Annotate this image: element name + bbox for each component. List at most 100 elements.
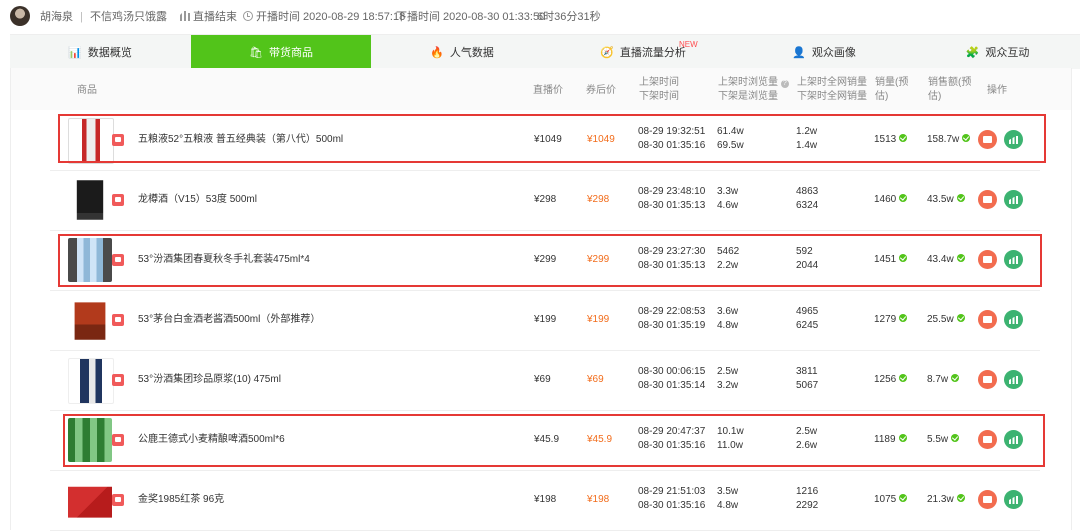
- revenue-estimate-value: 8.7w: [927, 374, 949, 385]
- revenue-estimate: 8.7w: [927, 373, 960, 387]
- revenue-estimate: 158.7w: [927, 133, 971, 147]
- end-time: 下播时间 2020-08-30 01:33:50: [396, 11, 546, 23]
- header-list-time[interactable]: 上架时间: [639, 76, 679, 90]
- live-price: ¥199: [534, 314, 557, 325]
- revenue-estimate: 5.5w: [927, 433, 960, 447]
- stats-icon[interactable]: [1004, 490, 1023, 509]
- revenue-estimate-value: 43.5w: [927, 194, 954, 205]
- views-off: 11.0w: [717, 440, 743, 451]
- product-name[interactable]: 五粮液52°五粮液 普五经典装（第八代）500ml: [138, 133, 343, 147]
- stats-icon[interactable]: [1004, 190, 1023, 209]
- live-price: ¥45.9: [534, 434, 560, 445]
- sales-on: 2.5w: [796, 426, 818, 437]
- cart-icon[interactable]: [978, 430, 997, 449]
- anchor-name[interactable]: 胡海泉: [40, 10, 73, 24]
- verified-check-icon: [899, 494, 908, 502]
- product-thumbnail[interactable]: [74, 302, 106, 340]
- revenue-estimate: 43.4w: [927, 253, 965, 267]
- product-name[interactable]: 53°汾酒集团珍品原浆(10) 475ml: [138, 373, 281, 387]
- views-on: 2.5w: [717, 366, 739, 377]
- tab-label: 直播流量分析: [619, 47, 686, 59]
- tab-bar: 📊 数据概览 🛍 带货商品 🔥 人气数据 🧭 直播流量分析 NEW 👤 观众画像 🧩 观众互…: [10, 34, 1080, 69]
- product-name[interactable]: 龙樽酒（V15）53度 500ml: [138, 193, 257, 207]
- cart-icon[interactable]: [978, 190, 997, 209]
- sales-estimate: 1256: [874, 373, 908, 387]
- stats-icon[interactable]: [1004, 430, 1023, 449]
- cart-icon[interactable]: [978, 250, 997, 269]
- stats-icon[interactable]: [1004, 310, 1023, 329]
- header-sales-on[interactable]: 上架时全网销量: [797, 76, 867, 90]
- sales-estimate: 1513: [874, 133, 908, 147]
- product-name[interactable]: 公鹿王德式小麦精酿啤酒500ml*6: [138, 433, 285, 447]
- verified-check-icon: [962, 134, 971, 142]
- tab-traffic-analysis[interactable]: 🧭 直播流量分析 NEW: [553, 35, 733, 69]
- anchor-avatar[interactable]: [10, 6, 30, 26]
- tab-popularity[interactable]: 🔥 人气数据: [372, 35, 552, 69]
- table-row[interactable]: 金奖1985红茶 96克 ¥198 ¥198 08-29 21:51:03 08-30 …: [50, 470, 1040, 531]
- stats-icon[interactable]: [1004, 130, 1023, 149]
- table-row[interactable]: 公鹿王德式小麦精酿啤酒500ml*6 ¥45.9 ¥45.9 08-29 20:47:…: [50, 410, 1040, 471]
- product-name[interactable]: 53°汾酒集团春夏秋冬手礼套装475ml*4: [138, 253, 310, 267]
- delist-time: 08-30 01:35:19: [638, 320, 706, 331]
- delist-time: 08-30 01:35:14: [638, 380, 706, 391]
- live-duration: 6时36分31秒: [537, 11, 601, 23]
- views-on: 10.1w: [717, 426, 744, 437]
- sales-off: 1.4w: [796, 140, 818, 151]
- table-row[interactable]: 龙樽酒（V15）53度 500ml ¥298 ¥298 08-29 23:48:10 0…: [50, 170, 1040, 231]
- tab-audience-profile[interactable]: 👤 观众画像: [734, 35, 914, 69]
- views-off: 3.2w: [717, 380, 739, 391]
- header-delist-time[interactable]: 下架时间: [639, 90, 679, 104]
- list-time: 08-29 23:27:30: [638, 246, 706, 257]
- verified-check-icon: [899, 194, 908, 202]
- stats-icon[interactable]: [1004, 250, 1023, 269]
- product-name[interactable]: 金奖1985红茶 96克: [138, 493, 224, 507]
- header-views-on[interactable]: 上架时浏览量 ?: [718, 76, 789, 90]
- shop-bag-icon: [112, 434, 124, 446]
- revenue-estimate-value: 158.7w: [927, 134, 960, 145]
- table-row[interactable]: 五粮液52°五粮液 普五经典装（第八代）500ml ¥1049 ¥1049 08-29…: [50, 110, 1040, 171]
- sales-estimate-value: 1451: [874, 254, 897, 265]
- product-thumbnail[interactable]: [68, 358, 114, 404]
- verified-check-icon: [899, 254, 908, 262]
- cart-icon[interactable]: [978, 310, 997, 329]
- tab-products[interactable]: 🛍 带货商品: [191, 35, 371, 69]
- verified-check-icon: [898, 434, 907, 442]
- header-coupon-price[interactable]: 券后价: [586, 84, 616, 98]
- header-live-price[interactable]: 直播价: [533, 84, 563, 98]
- verified-check-icon: [899, 374, 908, 382]
- header-views-off[interactable]: 下架是浏览量: [718, 90, 778, 104]
- product-thumbnail[interactable]: [68, 238, 112, 282]
- tab-audience-interaction[interactable]: 🧩 观众互动: [915, 35, 1080, 69]
- header-sales-off[interactable]: 下架时全网销量: [797, 90, 867, 104]
- product-thumbnail[interactable]: [68, 486, 112, 518]
- table-row[interactable]: 53°汾酒集团春夏秋冬手礼套装475ml*4 ¥299 ¥299 08-29 23:2…: [50, 230, 1040, 291]
- tab-data-overview[interactable]: 📊 数据概览: [10, 35, 190, 69]
- header-revenue[interactable]: 销售额(预: [928, 76, 971, 90]
- stats-icon[interactable]: [1004, 370, 1023, 389]
- delist-time: 08-30 01:35:16: [638, 140, 706, 151]
- cart-icon[interactable]: [978, 370, 997, 389]
- table-row[interactable]: 53°汾酒集团珍品原浆(10) 475ml ¥69 ¥69 08-30 00:06:1…: [50, 350, 1040, 411]
- product-name[interactable]: 53°茅台白金酒老酱酒500ml（外部推荐）: [138, 313, 320, 327]
- info-icon[interactable]: ?: [780, 80, 789, 88]
- sales-on: 592: [796, 246, 813, 257]
- product-thumbnail[interactable]: [76, 180, 104, 220]
- sales-off: 2292: [796, 500, 819, 511]
- tab-label: 人气数据: [449, 47, 494, 59]
- cart-icon[interactable]: [978, 490, 997, 509]
- sales-off: 5067: [796, 380, 819, 391]
- list-time: 08-29 22:08:53: [638, 306, 706, 317]
- shop-bag-icon: [112, 374, 124, 386]
- product-thumbnail[interactable]: [68, 418, 112, 462]
- views-on: 3.6w: [717, 306, 739, 317]
- sales-off: 2044: [796, 260, 819, 271]
- delist-time: 08-30 01:35:16: [638, 440, 706, 451]
- product-thumbnail[interactable]: [68, 118, 114, 164]
- tab-label: 数据概览: [87, 47, 132, 59]
- coupon-price: ¥199: [587, 314, 610, 325]
- verified-check-icon: [951, 434, 960, 442]
- header-sales-est[interactable]: 销量(预: [875, 76, 908, 90]
- cart-icon[interactable]: [978, 130, 997, 149]
- table-row[interactable]: 53°茅台白金酒老酱酒500ml（外部推荐） ¥199 ¥199 08-29 22:0…: [50, 290, 1040, 351]
- sales-estimate: 1460: [874, 193, 908, 207]
